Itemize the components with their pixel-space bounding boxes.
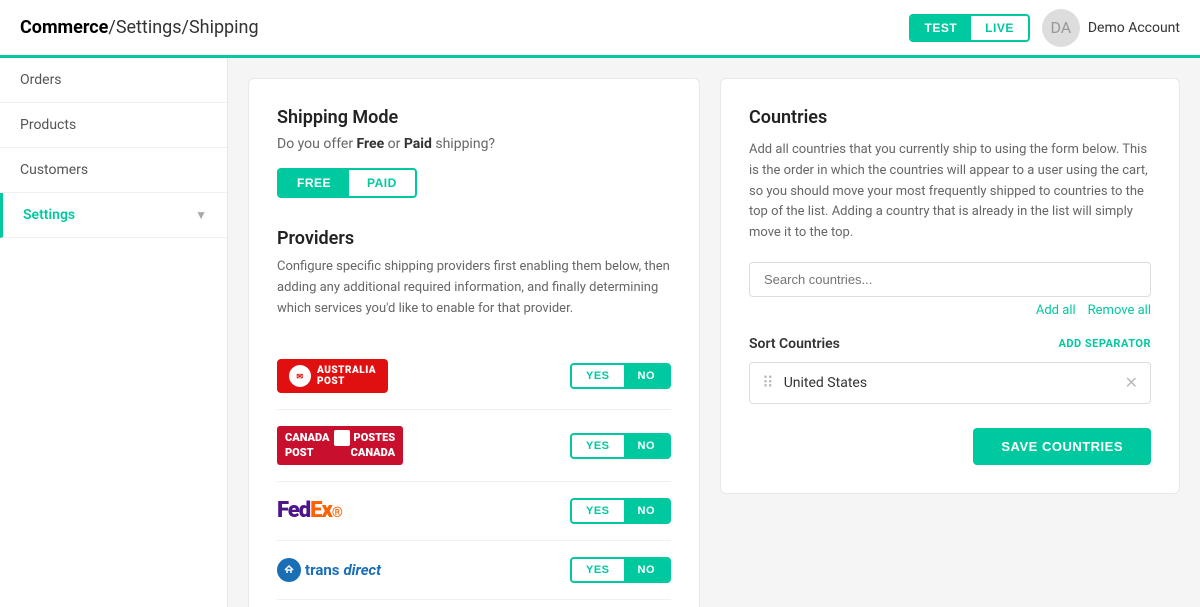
desc-text-free: Free xyxy=(357,136,385,152)
sidebar-customers-label: Customers xyxy=(20,162,88,178)
auspost-text: AUSTRALIAPOST xyxy=(317,365,376,387)
paid-toggle-button[interactable]: PAID xyxy=(349,170,415,196)
provider-row-canadapost: CANADA POSTES POST CANADA YES N xyxy=(277,410,671,481)
canadapost-no-button[interactable]: NO xyxy=(624,435,670,457)
transdirect-logo: transdirect xyxy=(277,558,437,582)
fedex-toggle: YES NO xyxy=(570,498,671,524)
country-row-us: ⠿ United States ✕ xyxy=(749,362,1151,404)
desc-text-paid: Paid xyxy=(404,136,432,152)
sidebar-item-customers[interactable]: Customers xyxy=(0,148,227,193)
topbar: Commerce/Settings/Shipping TEST LIVE DA … xyxy=(0,0,1200,58)
shipping-mode-section: Shipping Mode Do you offer Free or Paid … xyxy=(277,107,671,198)
providers-title: Providers xyxy=(277,228,671,249)
shipping-mode-toggle: FREE PAID xyxy=(277,168,417,198)
countries-links: Add all Remove all xyxy=(749,303,1151,318)
brand-name: Commerce xyxy=(20,17,108,38)
provider-row-fedex: FedEx® YES NO xyxy=(277,482,671,541)
account-area: DA Demo Account xyxy=(1042,9,1180,47)
breadcrumb-separator: / xyxy=(108,17,115,38)
transdirect-toggle: YES NO xyxy=(570,557,671,583)
fedex-no-button[interactable]: NO xyxy=(624,500,670,522)
transdirect-icon xyxy=(277,558,301,582)
search-countries-input[interactable] xyxy=(749,262,1151,297)
env-live-button[interactable]: LIVE xyxy=(971,16,1028,40)
auspost-logo: ✉ AUSTRALIAPOST xyxy=(277,359,437,393)
avatar: DA xyxy=(1042,9,1080,47)
transdirect-no-button[interactable]: NO xyxy=(624,559,670,581)
maple-leaf-icon xyxy=(334,430,350,446)
remove-all-link[interactable]: Remove all xyxy=(1088,303,1151,318)
provider-row-transdirect: transdirect YES NO xyxy=(277,541,671,600)
country-name-us: United States xyxy=(784,375,867,391)
drag-handle-icon[interactable]: ⠿ xyxy=(762,373,774,392)
canadapost-logo: CANADA POSTES POST CANADA xyxy=(277,426,437,464)
breadcrumb-path: Settings/Shipping xyxy=(116,17,259,38)
sidebar-settings-label: Settings xyxy=(23,207,75,223)
countries-panel: Countries Add all countries that you cur… xyxy=(720,78,1180,494)
app-layout: Orders Products Customers Settings ▼ Shi… xyxy=(0,58,1200,607)
main-content: Shipping Mode Do you offer Free or Paid … xyxy=(228,58,1200,607)
sidebar: Orders Products Customers Settings ▼ xyxy=(0,58,228,607)
auspost-toggle: YES NO xyxy=(570,363,671,389)
desc-text-suffix: shipping? xyxy=(432,136,495,152)
sidebar-orders-label: Orders xyxy=(20,72,62,88)
fedex-logo-text: FedEx® xyxy=(277,498,342,523)
sort-countries-header: Sort Countries ADD SEPARATOR xyxy=(749,336,1151,352)
env-test-button[interactable]: TEST xyxy=(911,16,972,40)
countries-title: Countries xyxy=(749,107,1151,128)
sidebar-products-label: Products xyxy=(20,117,76,133)
save-countries-area: SAVE COUNTRIES xyxy=(749,420,1151,465)
sidebar-item-orders[interactable]: Orders xyxy=(0,58,227,103)
country-row-left: ⠿ United States xyxy=(762,373,867,392)
sidebar-item-products[interactable]: Products xyxy=(0,103,227,148)
transdirect-yes-button[interactable]: YES xyxy=(572,559,624,581)
providers-desc: Configure specific shipping providers fi… xyxy=(277,257,671,319)
breadcrumb: Commerce/Settings/Shipping xyxy=(20,17,259,38)
add-separator-button[interactable]: ADD SEPARATOR xyxy=(1058,337,1151,350)
sidebar-item-settings[interactable]: Settings ▼ xyxy=(0,193,227,238)
provider-row-usps: UNITED STATESPOSTAL SERVICE YES NO xyxy=(277,600,671,607)
canadapost-logo-badge: CANADA POSTES POST CANADA xyxy=(277,426,403,464)
countries-desc: Add all countries that you currently shi… xyxy=(749,140,1151,244)
sort-title: Sort Countries xyxy=(749,336,840,352)
topbar-right: TEST LIVE DA Demo Account xyxy=(909,9,1181,47)
account-name: Demo Account xyxy=(1088,20,1180,36)
chevron-down-icon: ▼ xyxy=(195,208,207,222)
env-toggle: TEST LIVE xyxy=(909,14,1030,42)
canadapost-yes-button[interactable]: YES xyxy=(572,435,624,457)
auspost-no-button[interactable]: NO xyxy=(624,365,670,387)
transdirect-svg xyxy=(282,563,296,577)
desc-text-middle: or xyxy=(384,136,404,152)
desc-text-prefix: Do you offer xyxy=(277,136,357,152)
shipping-mode-desc: Do you offer Free or Paid shipping? xyxy=(277,136,671,152)
provider-row-auspost: ✉ AUSTRALIAPOST YES NO xyxy=(277,343,671,410)
free-toggle-button[interactable]: FREE xyxy=(279,170,349,196)
save-countries-button[interactable]: SAVE COUNTRIES xyxy=(973,428,1151,465)
add-all-link[interactable]: Add all xyxy=(1036,303,1076,318)
providers-section: Providers Configure specific shipping pr… xyxy=(277,228,671,607)
shipping-mode-title: Shipping Mode xyxy=(277,107,671,128)
fedex-yes-button[interactable]: YES xyxy=(572,500,624,522)
remove-country-button[interactable]: ✕ xyxy=(1125,373,1138,393)
auspost-yes-button[interactable]: YES xyxy=(572,365,624,387)
canadapost-toggle: YES NO xyxy=(570,433,671,459)
shipping-panel: Shipping Mode Do you offer Free or Paid … xyxy=(248,78,700,607)
auspost-logo-badge: ✉ AUSTRALIAPOST xyxy=(277,359,388,393)
fedex-logo: FedEx® xyxy=(277,498,437,523)
transdirect-logo-text: transdirect xyxy=(277,558,381,582)
